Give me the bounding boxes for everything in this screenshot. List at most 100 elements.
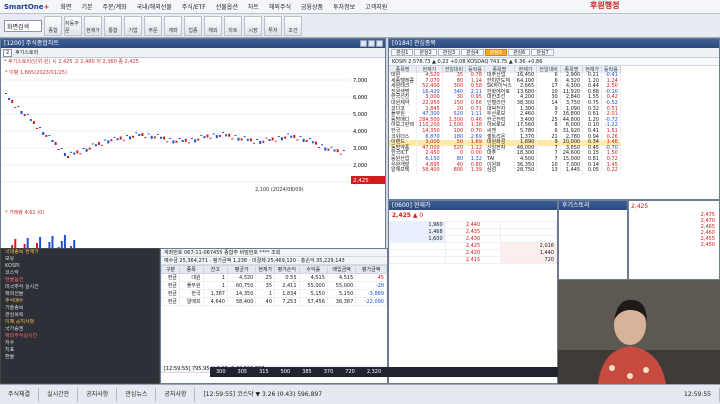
holding-row[interactable]: 현금 한국 1,387 14,350 1 1,834 5,150 5,150 -3,889 <box>161 289 387 298</box>
tab-watch-3[interactable]: 관심3 <box>437 49 461 56</box>
toolbar-button-total[interactable]: 종합 <box>44 15 62 36</box>
ask-price[interactable]: 2,430 <box>444 235 502 243</box>
status-tab-realtime[interactable]: 실시간잔 <box>39 387 79 402</box>
candle <box>222 132 224 134</box>
close-icon[interactable] <box>376 40 383 47</box>
toolbar-button-company[interactable]: 기업 <box>124 15 142 36</box>
menu-overseas[interactable]: 해외주식 <box>264 2 296 11</box>
notice-row[interactable]: KOSPI <box>1 263 159 270</box>
toolbar-button-market[interactable]: 시장 <box>244 15 262 36</box>
candle <box>26 114 29 115</box>
notice-row[interactable]: 코스닥 <box>1 270 159 277</box>
tab-watch-6[interactable]: 관심6 <box>507 49 531 56</box>
bid-row[interactable]: 2,415 720 <box>389 256 557 264</box>
holding-row[interactable]: 현금 알에프 4,640 58,400 40 7,253 57,456 36,387 -22,0… <box>161 297 387 306</box>
holding-cell: 14,350 <box>226 289 257 298</box>
ask-row[interactable]: 1,600 2,430 <box>389 235 557 243</box>
candle <box>234 134 237 136</box>
menu-invest[interactable]: 투자정보 <box>328 2 360 11</box>
menu-stocks[interactable]: 주식/ETF <box>177 2 211 11</box>
status-tab-notice[interactable]: 공지사항 <box>78 387 118 402</box>
holding-row[interactable]: 현금 대원 1 4,520 25 0.55 4,515 4,515 45 <box>161 273 387 282</box>
menu-order[interactable]: 주문/계좌 <box>98 2 132 11</box>
notice-row[interactable]: 국가증권 <box>1 326 159 333</box>
bid-row[interactable]: 2,420 1,440 <box>389 249 557 257</box>
notice-row[interactable]: 보유 <box>1 256 159 263</box>
toolbar-button-sector[interactable]: 업종 <box>184 15 202 36</box>
status-tab-trades[interactable]: 주식체결 <box>0 387 40 402</box>
candle <box>342 149 345 151</box>
candle <box>135 132 138 134</box>
toolbar-button-auto-order[interactable]: 자동주문 <box>64 15 82 36</box>
status-tab-news[interactable]: 관심뉴스 <box>117 387 157 402</box>
candle <box>206 134 209 138</box>
status-tab-notice-2[interactable]: 공지사항 <box>156 387 196 402</box>
holding-cell: -3,889 <box>355 289 387 298</box>
maximize-icon[interactable] <box>368 40 375 47</box>
notice-row[interactable]: 지표 <box>1 347 159 354</box>
tab-watch-1[interactable]: 관심1 <box>391 49 414 56</box>
column-header[interactable]: 평가금액 <box>355 265 387 274</box>
watchlist-cell: 58,400 <box>416 167 443 174</box>
tab-watch-5[interactable]: 관심5 <box>484 49 507 56</box>
notice-row[interactable]: 지수 <box>1 340 159 347</box>
menu-futures[interactable]: 국내/해외선물 <box>132 2 177 11</box>
holding-row[interactable]: 현금 풀무원 1 60,750 35 2,411 55,000 55,000 -28 <box>161 281 387 290</box>
column-header[interactable]: 평균가 <box>226 265 257 274</box>
screen-search-input[interactable]: 화면검색 <box>4 19 42 32</box>
toolbar-button-order[interactable]: 주문 <box>144 15 162 36</box>
ask-row[interactable]: 1,960 2,440 <box>389 221 557 229</box>
bid-row[interactable]: 2,425 2,016 <box>389 242 557 250</box>
menu-basic[interactable]: 기본 <box>76 2 97 11</box>
notice-row[interactable]: 해외선물 <box>1 291 159 298</box>
column-header[interactable]: 종목 <box>178 265 204 274</box>
toolbar-button-account[interactable]: 계좌 <box>164 15 182 36</box>
column-header[interactable]: 평가손익 <box>274 265 300 274</box>
toolbar-button-overseas[interactable]: 해외 <box>204 15 222 36</box>
candle <box>169 137 172 139</box>
ask-price[interactable]: 2,440 <box>444 221 502 229</box>
watchlist-row[interactable]: 알에프텍 58,400 800 1.39 삼성 28,750 13 1,445 0.05 0.22 <box>389 167 621 174</box>
notice-row[interactable]: 해외주식실시간 <box>1 333 159 340</box>
menu-support[interactable]: 고객지원 <box>360 2 392 11</box>
menu-chart[interactable]: 차트 <box>243 2 264 11</box>
toolbar-button-condition[interactable]: 조건 <box>284 15 302 36</box>
column-header[interactable]: 구분 <box>161 265 180 274</box>
notice-row[interactable]: 관심목록 <box>1 312 159 319</box>
y-tick-label: 6,000 <box>353 95 367 101</box>
tab-watch-7[interactable]: 관심7 <box>531 49 554 56</box>
notice-row[interactable]: 주식매수 <box>1 298 159 305</box>
candle <box>203 136 206 139</box>
holding-cell: 한국 <box>178 289 204 298</box>
notice-row[interactable]: 국내종목 현재가 <box>1 249 159 256</box>
status-bar: 주식체결 실시간잔 공지사항 관심뉴스 공지사항 [12:59:55] 코스닥 … <box>0 384 720 404</box>
notice-row[interactable]: 이제 공지사항 <box>1 319 159 326</box>
menu-options[interactable]: 선물옵션 <box>211 2 243 11</box>
notice-row[interactable]: 미국주식 실시간 <box>1 284 159 291</box>
menu-screen[interactable]: 화면 <box>55 2 76 11</box>
notice-row[interactable]: 환율 <box>1 354 159 361</box>
holding-cell: 현금 <box>161 297 180 306</box>
toolbar-button-integrated[interactable]: 통합 <box>104 15 122 36</box>
toolbar-button-price[interactable]: 현재가 <box>84 15 102 36</box>
toolbar-button-chart[interactable]: 차트 <box>224 15 242 36</box>
bid-price[interactable]: 2,420 <box>444 249 502 257</box>
chart-code-input[interactable]: 2 <box>3 48 13 57</box>
tab-watch-4[interactable]: 관심4 <box>461 49 484 56</box>
menu-finance[interactable]: 금융상품 <box>296 2 328 11</box>
notice-row[interactable]: 현물옵션 <box>1 277 159 284</box>
candle <box>178 137 181 139</box>
toolbar-button-invest[interactable]: 투자 <box>264 15 282 36</box>
ask-row[interactable]: 1,468 2,435 <box>389 228 557 236</box>
column-header[interactable]: 현재가 <box>255 265 276 274</box>
bid-price[interactable]: 2,425 <box>444 242 502 250</box>
column-header[interactable]: 잔고 <box>202 265 229 274</box>
notice-row[interactable]: 기술종목 <box>1 305 159 312</box>
candle <box>88 147 91 150</box>
column-header[interactable]: 수익률 <box>298 265 328 274</box>
ask-price[interactable]: 2,435 <box>444 228 502 236</box>
tab-watch-2[interactable]: 관심2 <box>414 49 437 56</box>
bid-price[interactable]: 2,415 <box>444 256 502 264</box>
minimize-icon[interactable] <box>360 40 367 47</box>
column-header[interactable]: 매입금액 <box>326 265 357 274</box>
